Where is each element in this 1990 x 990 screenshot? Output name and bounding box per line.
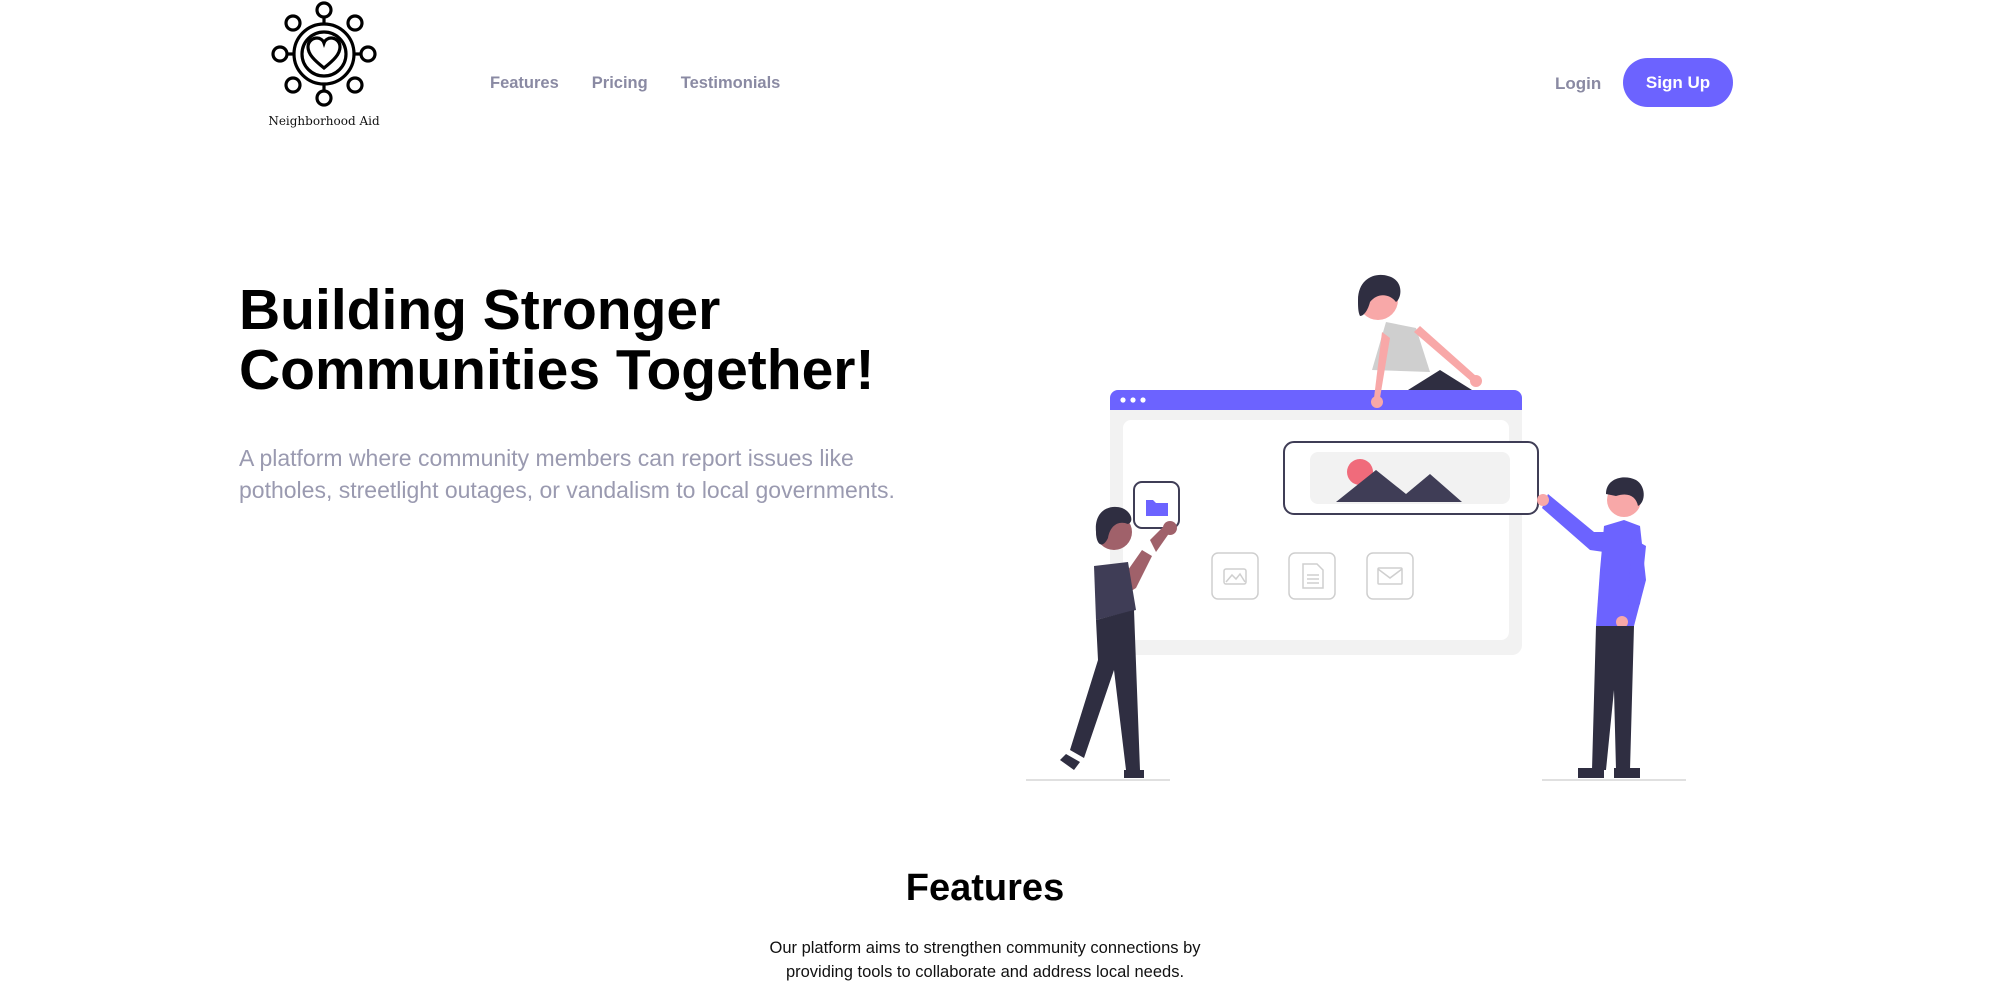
features-description-line-1: Our platform aims to strengthen communit… [769,939,1201,957]
features-title: Features [905,867,1065,909]
hero-title-line-1: Building Stronger [239,278,721,342]
hero-subtitle-line-2: potholes, streetlight outages, or vandal… [239,477,895,503]
hero-subtitle: A platform where community members can r… [239,442,959,506]
features-description-line-2: providing tools to collaborate and addre… [785,963,1185,981]
hero-subtitle-line-1: A platform where community members can r… [239,445,854,471]
signup-button[interactable]: Sign Up [1623,58,1733,107]
woman-top-figure [1358,274,1482,408]
brand-name: Neighborhood Aid [268,114,380,128]
nav-link-testimonials[interactable]: Testimonials [681,74,781,93]
features-description: Our platform aims to strengthen communit… [0,936,1970,984]
man-right-figure [1537,477,1646,778]
main-nav: Features Pricing Testimonials [490,74,780,93]
hero-illustration [1026,274,1686,781]
image-card-graphic [1283,441,1539,515]
brand-logo[interactable]: Neighborhood Aid [268,0,380,128]
login-link[interactable]: Login [1555,74,1601,94]
nav-link-pricing[interactable]: Pricing [592,74,648,93]
nav-link-features[interactable]: Features [490,74,559,93]
hero-title: Building Stronger Communities Together! [239,280,959,400]
community-heart-logo-icon [271,1,377,107]
hero-title-line-2: Communities Together! [239,338,875,402]
